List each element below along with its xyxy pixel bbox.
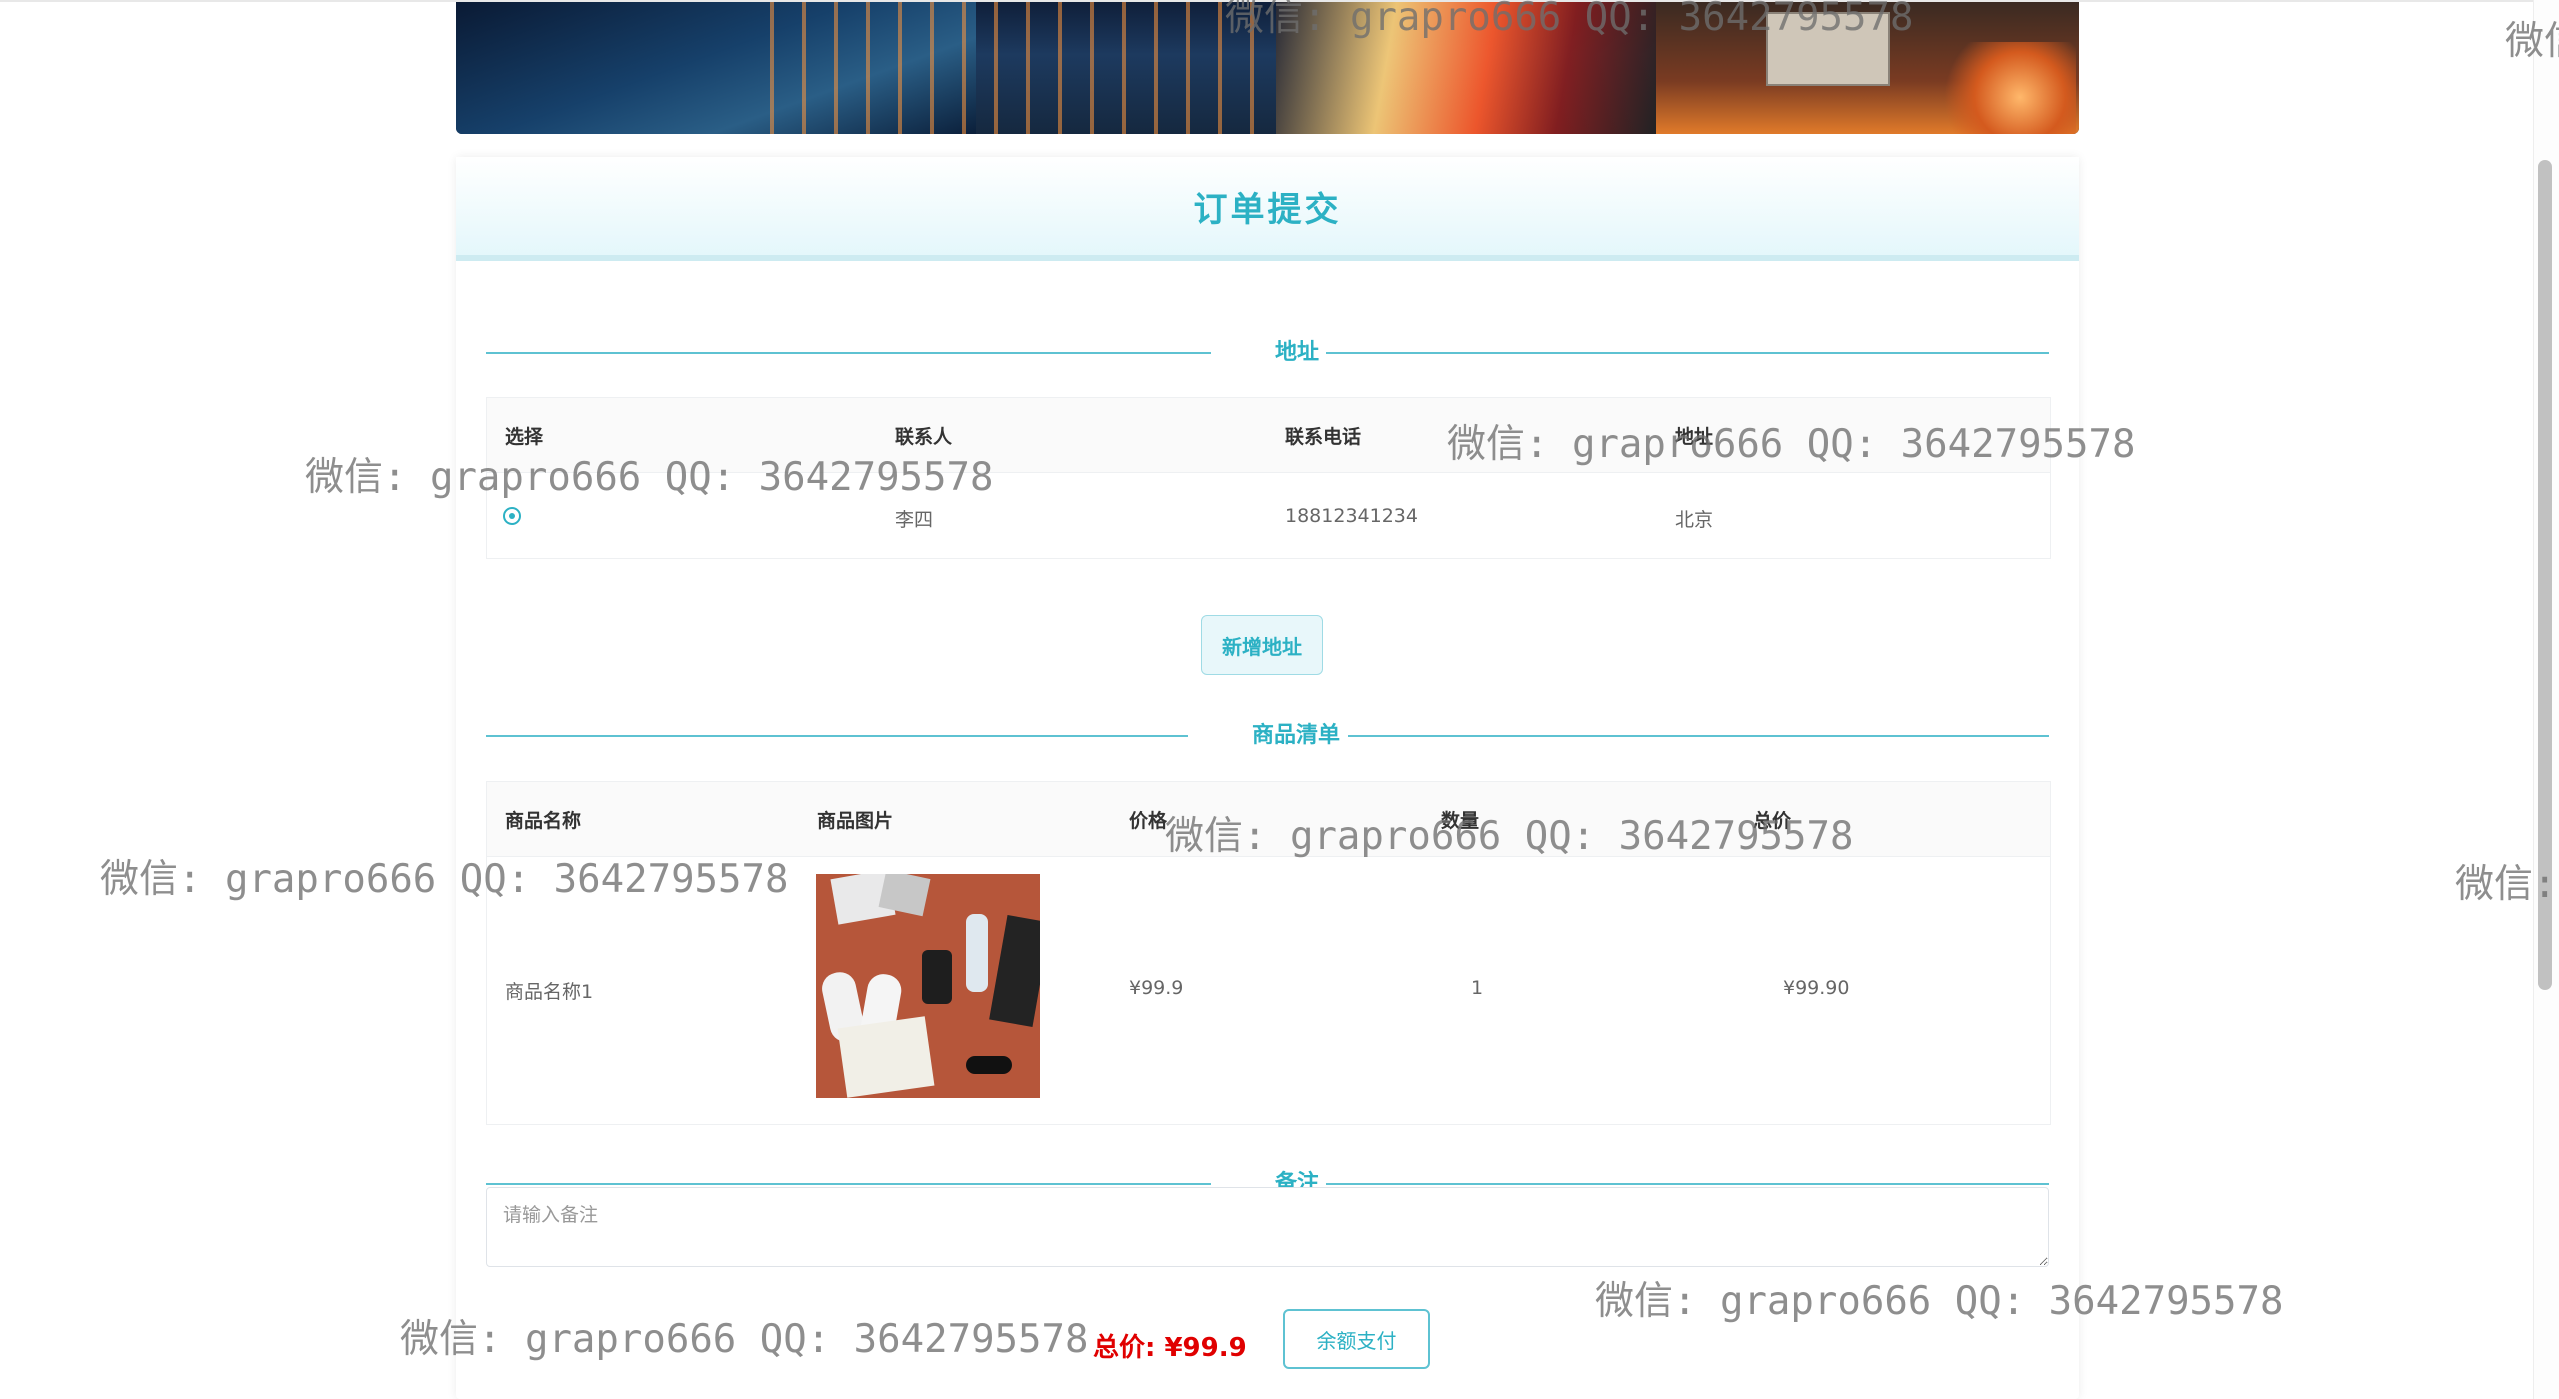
divider-line-left [486, 1183, 1211, 1185]
radio-dot [509, 513, 515, 519]
watermark-edge: 微信: [2455, 862, 2557, 907]
divider-line-right [1326, 1183, 2049, 1185]
watermark: 微信: grapro666 QQ: 3642795578 [1165, 814, 1854, 859]
product-quantity: 1 [1471, 977, 1484, 999]
page-title: 订单提交 [1193, 189, 1342, 230]
header-product-name: 商品名称 [505, 810, 582, 832]
address-phone: 18812341234 [1285, 505, 1418, 527]
address-radio[interactable] [503, 507, 521, 525]
balance-pay-button[interactable]: 余额支付 [1283, 1309, 1430, 1369]
photo-glasses [966, 1056, 1012, 1074]
watermark: 微信: grapro666 QQ: 3642795578 [400, 1317, 1089, 1362]
watermark: 微信: grapro666 QQ: 3642795578 [100, 857, 789, 902]
watermark: 微信: grapro666 QQ: 3642795578 [1447, 422, 2136, 467]
order-card: 订单提交 地址 选择 联系人 联系电话 地址 李四 18812341234 北京… [456, 157, 2079, 1399]
product-name: 商品名称1 [505, 981, 594, 1003]
watermark: 微信: grapro666 QQ: 3642795578 [1595, 1279, 2284, 1324]
product-price: ¥99.9 [1129, 977, 1184, 999]
banner-city-lights [756, 2, 1276, 134]
products-section-title: 商品清单 [1252, 723, 1341, 748]
divider-line-right [1348, 735, 2049, 737]
remark-input[interactable] [486, 1187, 2049, 1267]
address-value: 北京 [1675, 509, 1714, 531]
watermark: 微信: grapro666 QQ: 3642795578 [305, 455, 994, 500]
product-total: ¥99.90 [1783, 977, 1850, 999]
total-price: 总价: ¥99.9 [1093, 1333, 1247, 1363]
add-address-button[interactable]: 新增地址 [1201, 615, 1323, 675]
address-section-title: 地址 [1275, 340, 1320, 365]
photo-shorts [989, 914, 1040, 1028]
divider-line-right [1326, 352, 2049, 354]
header-phone: 联系电话 [1285, 426, 1362, 448]
card-header: 订单提交 [456, 157, 2079, 261]
watermark-edge: 微信 [2505, 19, 2559, 64]
header-contact: 联系人 [895, 426, 953, 448]
product-photo [816, 874, 1040, 1098]
address-divider: 地址 [486, 332, 2049, 372]
watermark: 微信: grapro666 QQ: 3642795578 [1225, 0, 1914, 40]
divider-line-left [486, 735, 1188, 737]
photo-phone [922, 950, 952, 1004]
header-price: 价格 [1129, 810, 1168, 832]
header-select: 选择 [505, 426, 544, 448]
address-contact: 李四 [895, 509, 934, 531]
photo-bottle [966, 914, 988, 992]
products-divider: 商品清单 [486, 715, 2049, 755]
header-product-image: 商品图片 [817, 810, 894, 832]
photo-shirt [837, 1016, 935, 1098]
divider-line-left [486, 352, 1211, 354]
banner-glow [1936, 42, 2076, 134]
